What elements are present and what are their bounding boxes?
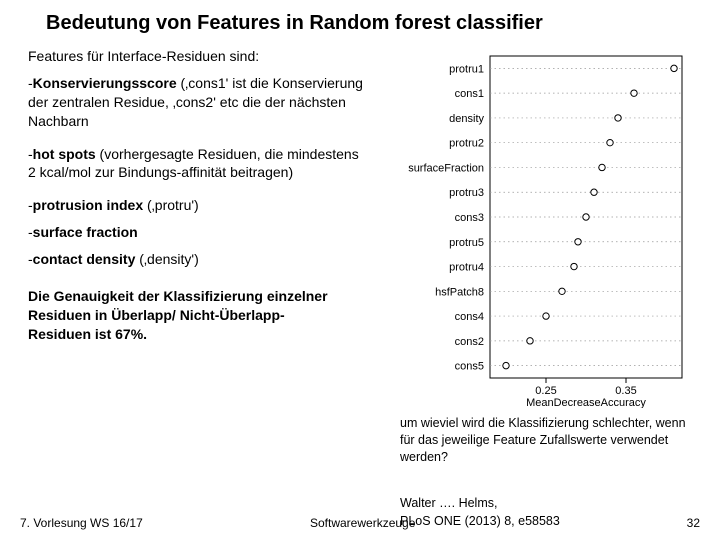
page-number: 32: [687, 516, 700, 530]
svg-text:cons4: cons4: [455, 311, 484, 323]
intro-line: Features für Interface-Residuen sind:: [28, 47, 368, 66]
svg-text:protru2: protru2: [449, 138, 484, 150]
svg-text:protru4: protru4: [449, 262, 484, 274]
bullet-hotspots: -hot spots (vorhergesagte Residuen, die …: [28, 145, 368, 183]
svg-text:cons1: cons1: [455, 88, 484, 100]
bullet-protrusion: -protrusion index (‚protru'): [28, 196, 368, 215]
bullet-surface-fraction-lead: surface fraction: [33, 224, 138, 240]
bullet-contact-density-lead: contact density: [33, 251, 136, 267]
footer-center: Softwarewerkzeuge: [310, 516, 415, 530]
bullet-conservation: -Konservierungsscore (‚cons1' ist die Ko…: [28, 74, 368, 131]
svg-text:cons3: cons3: [455, 212, 484, 224]
svg-text:surfaceFraction: surfaceFraction: [408, 162, 484, 174]
svg-text:protru1: protru1: [449, 63, 484, 75]
citation-block: Walter …. Helms, PLoS ONE (2013) 8, e585…: [400, 495, 560, 530]
svg-text:cons2: cons2: [455, 336, 484, 348]
svg-text:protru5: protru5: [449, 237, 484, 249]
chart-svg: protru1 cons1 density protru2 surfaceFractio…: [395, 48, 690, 408]
svg-text:MeanDecreaseAccuracy: MeanDecreaseAccuracy: [526, 397, 646, 408]
citation-journal: PLoS ONE (2013) 8, e58583: [400, 513, 560, 531]
bullet-protrusion-rest: (‚protru'): [143, 197, 199, 213]
body-text: Features für Interface-Residuen sind: -K…: [28, 47, 368, 269]
bullet-conservation-lead: Konservierungsscore: [33, 75, 177, 91]
bullet-protrusion-lead: protrusion index: [33, 197, 143, 213]
svg-text:protru3: protru3: [449, 187, 484, 199]
bullet-hotspots-lead: hot spots: [33, 146, 96, 162]
citation-authors: Walter …. Helms,: [400, 495, 560, 513]
svg-text:0.35: 0.35: [615, 385, 636, 397]
footer-left: 7. Vorlesung WS 16/17: [20, 516, 143, 530]
svg-text:0.25: 0.25: [535, 385, 556, 397]
bullet-surface-fraction: -surface fraction: [28, 223, 368, 242]
conclusion: Die Genauigkeit der Klassifizierung einz…: [28, 287, 328, 344]
slide-title: Bedeutung von Features in Random forest …: [46, 12, 700, 35]
svg-text:cons5: cons5: [455, 361, 484, 373]
svg-text:hsfPatch8: hsfPatch8: [435, 286, 484, 298]
chart-caption: um wieviel wird die Klassifizierung schl…: [400, 415, 690, 466]
bullet-contact-density-rest: (‚density'): [135, 251, 198, 267]
feature-importance-chart: protru1 cons1 density protru2 surfaceFractio…: [395, 48, 690, 408]
bullet-contact-density: -contact density (‚density'): [28, 250, 368, 269]
svg-text:density: density: [449, 113, 484, 125]
